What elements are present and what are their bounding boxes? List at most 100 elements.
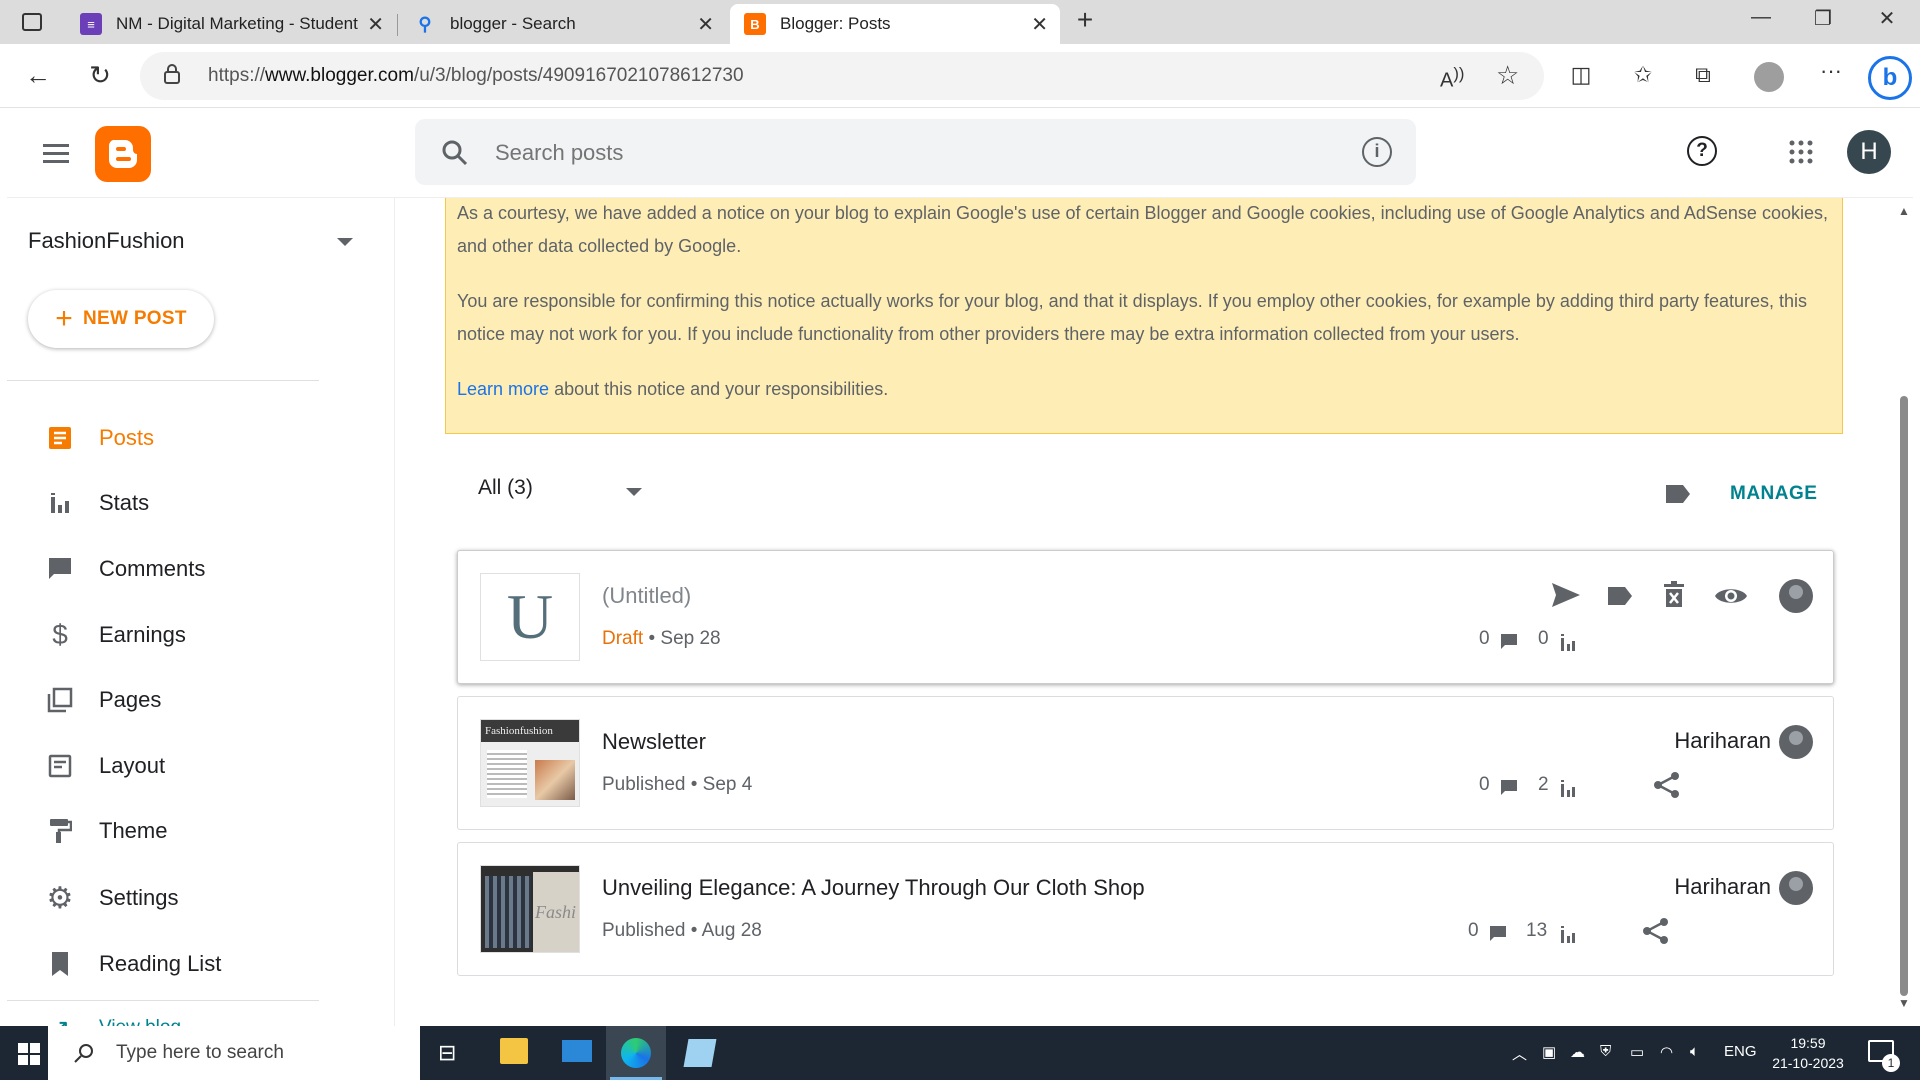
label-icon[interactable] bbox=[1606, 585, 1634, 607]
scroll-down-icon[interactable]: ▼ bbox=[1898, 996, 1910, 1010]
manage-labels-button[interactable]: MANAGE bbox=[1730, 483, 1817, 505]
comment-icon bbox=[1501, 780, 1517, 795]
split-screen-icon[interactable]: ◫ bbox=[1564, 62, 1598, 88]
post-author: Hariharan bbox=[1674, 728, 1771, 753]
notepad-app-icon[interactable] bbox=[683, 1039, 717, 1067]
more-options-icon[interactable]: ··· bbox=[1814, 58, 1848, 84]
close-window-icon[interactable]: ✕ bbox=[1872, 6, 1902, 31]
info-icon[interactable]: i bbox=[1362, 137, 1392, 167]
close-tab-icon[interactable]: ✕ bbox=[1031, 12, 1048, 37]
account-avatar[interactable]: H bbox=[1847, 130, 1891, 174]
help-icon[interactable]: ? bbox=[1687, 136, 1717, 166]
task-view-icon[interactable]: ⊟ bbox=[438, 1040, 456, 1066]
post-row[interactable]: Fashionfushion Newsletter Published • Se… bbox=[457, 696, 1834, 830]
file-explorer-icon[interactable] bbox=[500, 1038, 528, 1064]
sidebar-item-view-blog[interactable]: ↗ View blog bbox=[45, 1008, 181, 1027]
post-row[interactable]: U (Untitled) Draft • Sep 28 0 0 bbox=[457, 550, 1834, 684]
sidebar-item-reading-list[interactable]: Reading List bbox=[45, 944, 221, 984]
battery-icon[interactable]: ▭ bbox=[1630, 1043, 1644, 1061]
label-icon[interactable] bbox=[1664, 483, 1692, 505]
sidebar-item-theme[interactable]: Theme bbox=[45, 811, 167, 851]
post-row[interactable]: Fashi Unveiling Elegance: A Journey Thro… bbox=[457, 842, 1834, 976]
mail-icon[interactable] bbox=[562, 1040, 592, 1062]
minimize-icon[interactable]: — bbox=[1746, 6, 1776, 29]
stats-icon bbox=[45, 488, 75, 518]
post-title[interactable]: Newsletter bbox=[602, 729, 706, 755]
post-thumbnail: U bbox=[480, 573, 580, 661]
sidebar-item-stats[interactable]: Stats bbox=[45, 483, 149, 523]
post-title[interactable]: (Untitled) bbox=[602, 583, 691, 609]
preview-eye-icon[interactable] bbox=[1714, 585, 1748, 607]
notification-badge: 1 bbox=[1882, 1054, 1900, 1072]
volume-icon[interactable]: 🔈︎ bbox=[1690, 1043, 1699, 1060]
windows-start-icon[interactable] bbox=[18, 1043, 40, 1065]
taskbar-search[interactable]: Type here to search bbox=[48, 1026, 420, 1080]
post-title[interactable]: Unveiling Elegance: A Journey Through Ou… bbox=[602, 875, 1145, 901]
tab-nm-digital-marketing[interactable]: ≡ NM - Digital Marketing - Student ✕ bbox=[66, 4, 396, 44]
chevron-down-icon[interactable] bbox=[626, 488, 642, 496]
gear-icon: ⚙ bbox=[46, 881, 74, 915]
favorites-icon[interactable]: ✩ bbox=[1626, 62, 1660, 88]
blogger-logo-icon[interactable] bbox=[95, 126, 151, 182]
meet-now-icon[interactable]: ▣ bbox=[1542, 1043, 1556, 1061]
search-icon[interactable] bbox=[441, 139, 469, 167]
learn-more-link[interactable]: Learn more bbox=[457, 379, 549, 399]
blog-name[interactable]: FashionFushion bbox=[28, 228, 185, 254]
clock[interactable]: 19:59 21-10-2023 bbox=[1768, 1033, 1848, 1073]
lock-icon bbox=[164, 64, 180, 84]
close-tab-icon[interactable]: ✕ bbox=[367, 12, 384, 37]
sidebar-item-pages[interactable]: Pages bbox=[45, 680, 161, 720]
tab-actions-icon[interactable] bbox=[22, 13, 42, 31]
share-icon[interactable] bbox=[1642, 917, 1670, 945]
bing-copilot-icon[interactable]: b bbox=[1868, 56, 1912, 100]
chevron-down-icon[interactable] bbox=[337, 238, 353, 246]
stats-icon bbox=[1561, 926, 1575, 943]
tab-divider bbox=[397, 14, 398, 36]
favorite-star-icon[interactable]: ☆ bbox=[1496, 60, 1519, 91]
close-tab-icon[interactable]: ✕ bbox=[697, 12, 714, 37]
share-icon[interactable] bbox=[1653, 771, 1681, 799]
publish-icon[interactable] bbox=[1550, 581, 1582, 609]
dollar-icon: $ bbox=[52, 619, 68, 650]
scrollbar-thumb[interactable] bbox=[1900, 396, 1908, 996]
sidebar-item-settings[interactable]: ⚙ Settings bbox=[45, 878, 179, 918]
sidebar-item-posts[interactable]: Posts bbox=[45, 418, 154, 458]
back-arrow-icon[interactable]: ← bbox=[18, 60, 58, 91]
blogger-favicon-icon: B bbox=[744, 13, 766, 35]
show-hidden-icons[interactable]: ︿ bbox=[1512, 1043, 1527, 1064]
delete-icon[interactable] bbox=[1663, 581, 1685, 609]
new-post-button[interactable]: + NEW POST bbox=[28, 290, 214, 348]
address-bar[interactable]: https://www.blogger.com/u/3/blog/posts/4… bbox=[140, 52, 1544, 100]
apps-grid-icon[interactable] bbox=[1789, 140, 1813, 164]
url-text[interactable]: https://www.blogger.com/u/3/blog/posts/4… bbox=[208, 65, 744, 87]
post-date: • Sep 28 bbox=[648, 628, 721, 649]
profile-icon[interactable] bbox=[1754, 62, 1784, 92]
scroll-up-icon[interactable]: ▲ bbox=[1898, 204, 1910, 218]
tab-blogger-posts[interactable]: B Blogger: Posts ✕ bbox=[730, 4, 1060, 44]
new-tab-icon[interactable]: + bbox=[1070, 4, 1100, 36]
sidebar-item-earnings[interactable]: $ Earnings bbox=[45, 615, 186, 655]
language-indicator[interactable]: ENG bbox=[1724, 1043, 1757, 1060]
comment-count: 0 bbox=[1479, 628, 1490, 649]
refresh-icon[interactable]: ↻ bbox=[80, 60, 120, 91]
collections-icon[interactable]: ⧉ bbox=[1686, 62, 1720, 88]
sidebar-item-comments[interactable]: Comments bbox=[45, 549, 205, 589]
posts-filter-dropdown[interactable]: All (3) bbox=[478, 476, 533, 500]
weather-icon[interactable]: ☁ bbox=[1570, 1043, 1585, 1061]
edge-taskbar-button[interactable] bbox=[606, 1026, 666, 1080]
read-aloud-icon[interactable]: A)) bbox=[1440, 64, 1464, 93]
comment-icon bbox=[1501, 634, 1517, 649]
scrollbar[interactable]: ▲ ▼ bbox=[1898, 200, 1910, 1010]
search-posts-input[interactable] bbox=[495, 140, 1295, 166]
post-status: Draft bbox=[602, 628, 644, 649]
address-toolbar: ← ↻ https://www.blogger.com/u/3/blog/pos… bbox=[0, 44, 1920, 108]
menu-icon[interactable] bbox=[43, 144, 69, 164]
tab-blogger-search[interactable]: ⚲ blogger - Search ✕ bbox=[400, 4, 726, 44]
layout-icon bbox=[45, 751, 75, 781]
wifi-icon[interactable]: ◠ bbox=[1660, 1043, 1673, 1061]
author-avatar bbox=[1779, 725, 1813, 759]
sidebar-item-layout[interactable]: Layout bbox=[45, 746, 165, 786]
security-icon[interactable]: ⛨ bbox=[1600, 1043, 1611, 1060]
restore-icon[interactable]: ❐ bbox=[1808, 6, 1838, 31]
cookie-notice: As a courtesy, we have added a notice on… bbox=[445, 198, 1843, 434]
